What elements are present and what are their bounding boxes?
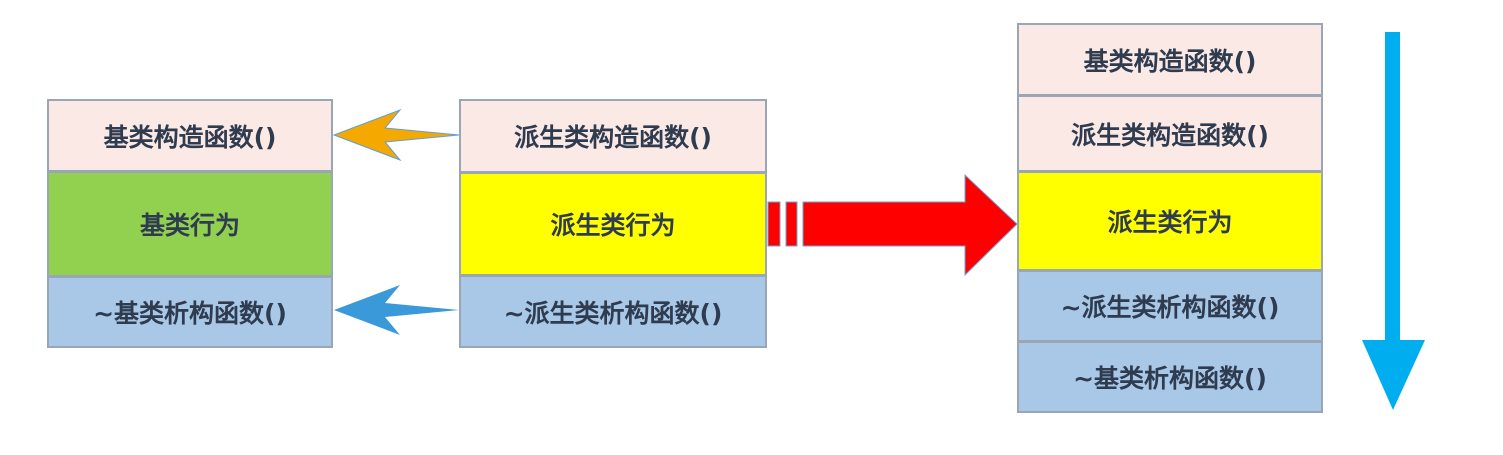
order-down-arrow-icon xyxy=(1362,32,1425,410)
flow-arrow-icon xyxy=(767,173,1018,277)
destructor-arrow-icon xyxy=(334,285,459,335)
constructor-arrow-icon xyxy=(332,108,460,162)
arrows-layer xyxy=(332,32,1425,410)
